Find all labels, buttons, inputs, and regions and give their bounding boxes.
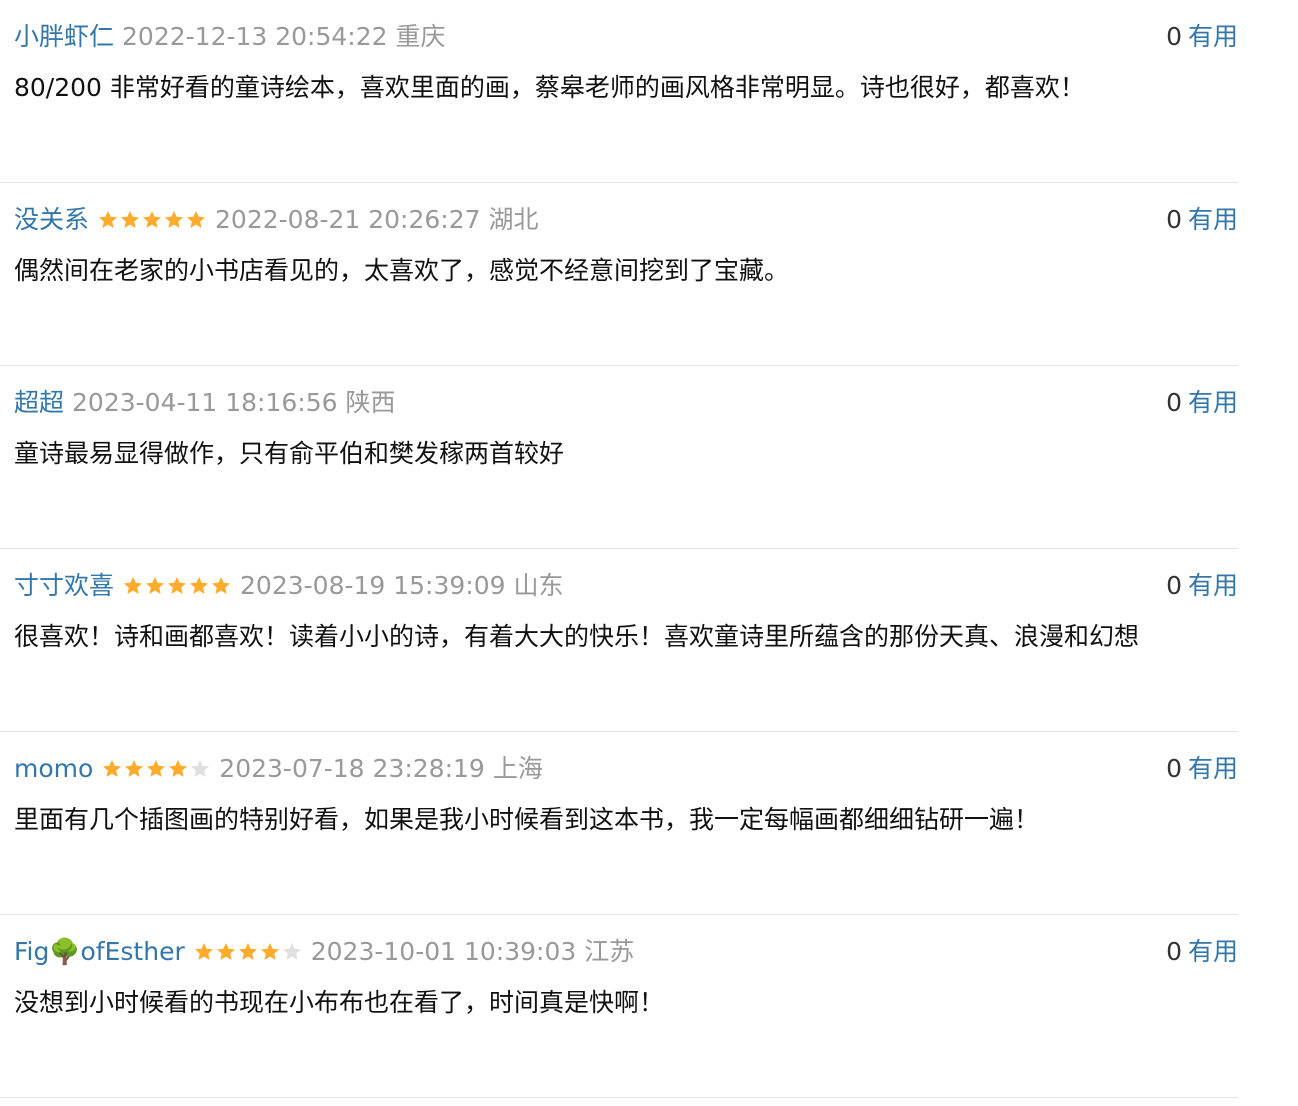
comment-location: 陕西	[345, 388, 396, 417]
comment-header: momo 2023-07-18 23:28:19 上海	[14, 752, 543, 786]
useful-button[interactable]: 有用	[1188, 571, 1238, 600]
star-filled-icon	[97, 209, 119, 231]
star-filled-icon	[166, 575, 188, 597]
rating-stars	[122, 569, 232, 603]
comment-date: 2022-08-21 20:26:27	[215, 205, 481, 234]
rating-stars	[97, 203, 207, 237]
comment-meta: 2022-08-21 20:26:27 湖北	[215, 203, 539, 237]
comment-header: 没关系 2022-08-21 20:26:27 湖北	[14, 203, 539, 237]
vote-area: 0 有用	[1166, 752, 1238, 786]
comment-item: 小胖虾仁 2022-12-13 20:54:22 重庆 0 有用 80/200 非常…	[0, 0, 1238, 183]
comment-item: 寸寸欢喜 2023-08-19 15:39:09 山东 0 有用 很喜欢！诗和画都喜…	[0, 549, 1238, 732]
comment-location: 重庆	[395, 22, 446, 51]
author-link[interactable]: 超超	[14, 386, 64, 420]
comment-location: 山东	[513, 571, 564, 600]
comment-meta: 2022-12-13 20:54:22 重庆	[122, 20, 446, 54]
comment-date: 2023-07-18 23:28:19	[219, 754, 485, 783]
rating-stars	[193, 935, 303, 969]
vote-count: 0	[1166, 205, 1182, 234]
vote-area: 0 有用	[1166, 935, 1238, 969]
comment-list: 小胖虾仁 2022-12-13 20:54:22 重庆 0 有用 80/200 非常…	[0, 0, 1298, 1106]
star-filled-icon	[119, 209, 141, 231]
star-filled-icon	[167, 758, 189, 780]
comment-header: 小胖虾仁 2022-12-13 20:54:22 重庆	[14, 20, 446, 54]
comment-meta: 2023-07-18 23:28:19 上海	[219, 752, 543, 786]
star-filled-icon	[144, 575, 166, 597]
vote-count: 0	[1166, 571, 1182, 600]
vote-area: 0 有用	[1166, 20, 1238, 54]
comment-text: 80/200 非常好看的童诗绘本，喜欢里面的画，蔡皋老师的画风格非常明显。诗也很…	[14, 73, 1085, 102]
star-filled-icon	[185, 209, 207, 231]
comment-item: 超超 2023-04-11 18:16:56 陕西 0 有用 童诗最易显得做作，只有…	[0, 366, 1238, 549]
comment-item: Fig🌳ofEsther 2023-10-01 10:39:03 江苏 0 有用 没…	[0, 915, 1238, 1098]
author-link[interactable]: 没关系	[14, 203, 89, 237]
comment-text: 没想到小时候看的书现在小布布也在看了，时间真是快啊！	[14, 988, 665, 1017]
author-link[interactable]: 小胖虾仁	[14, 20, 114, 54]
star-empty-icon	[281, 941, 303, 963]
star-empty-icon	[189, 758, 211, 780]
comment-location: 江苏	[584, 937, 635, 966]
vote-area: 0 有用	[1166, 569, 1238, 603]
star-filled-icon	[259, 941, 281, 963]
comment-location: 湖北	[488, 205, 539, 234]
author-link[interactable]: 寸寸欢喜	[14, 569, 114, 603]
useful-button[interactable]: 有用	[1188, 388, 1238, 417]
useful-button[interactable]: 有用	[1188, 937, 1238, 966]
star-filled-icon	[122, 575, 144, 597]
comment-date: 2023-04-11 18:16:56	[72, 388, 338, 417]
comment-header: 寸寸欢喜 2023-08-19 15:39:09 山东	[14, 569, 564, 603]
star-filled-icon	[163, 209, 185, 231]
comment-item: momo 2023-07-18 23:28:19 上海 0 有用 里面有几个插图画的…	[0, 732, 1238, 915]
useful-button[interactable]: 有用	[1188, 754, 1238, 783]
comment-header: Fig🌳ofEsther 2023-10-01 10:39:03 江苏	[14, 935, 634, 969]
author-link[interactable]: momo	[14, 752, 93, 786]
star-filled-icon	[141, 209, 163, 231]
star-filled-icon	[123, 758, 145, 780]
rating-stars	[101, 752, 211, 786]
comment-meta: 2023-08-19 15:39:09 山东	[240, 569, 564, 603]
comment-text: 童诗最易显得做作，只有俞平伯和樊发稼两首较好	[14, 439, 565, 468]
vote-area: 0 有用	[1166, 203, 1238, 237]
comment-location: 上海	[492, 754, 543, 783]
comment-item: 没关系 2022-08-21 20:26:27 湖北 0 有用 偶然间在老家的小书店…	[0, 183, 1238, 366]
comment-header: 超超 2023-04-11 18:16:56 陕西	[14, 386, 396, 420]
vote-count: 0	[1166, 754, 1182, 783]
author-link[interactable]: Fig🌳ofEsther	[14, 935, 185, 969]
comment-text: 里面有几个插图画的特别好看，如果是我小时候看到这本书，我一定每幅画都细细钻研一遍…	[14, 805, 1040, 834]
comment-date: 2023-08-19 15:39:09	[240, 571, 506, 600]
comment-text: 很喜欢！诗和画都喜欢！读着小小的诗，有着大大的快乐！喜欢童诗里所蕴含的那份天真、…	[14, 622, 1140, 651]
star-filled-icon	[101, 758, 123, 780]
comment-date: 2022-12-13 20:54:22	[122, 22, 388, 51]
vote-count: 0	[1166, 388, 1182, 417]
star-filled-icon	[215, 941, 237, 963]
useful-button[interactable]: 有用	[1188, 205, 1238, 234]
star-filled-icon	[237, 941, 259, 963]
star-filled-icon	[210, 575, 232, 597]
vote-count: 0	[1166, 22, 1182, 51]
star-filled-icon	[193, 941, 215, 963]
comment-text: 偶然间在老家的小书店看见的，太喜欢了，感觉不经意间挖到了宝藏。	[14, 256, 790, 285]
comment-meta: 2023-04-11 18:16:56 陕西	[72, 386, 396, 420]
vote-count: 0	[1166, 937, 1182, 966]
vote-area: 0 有用	[1166, 386, 1238, 420]
comment-date: 2023-10-01 10:39:03	[310, 937, 577, 966]
star-filled-icon	[145, 758, 167, 780]
star-filled-icon	[188, 575, 210, 597]
useful-button[interactable]: 有用	[1188, 22, 1238, 51]
comment-meta: 2023-10-01 10:39:03 江苏	[311, 935, 635, 969]
